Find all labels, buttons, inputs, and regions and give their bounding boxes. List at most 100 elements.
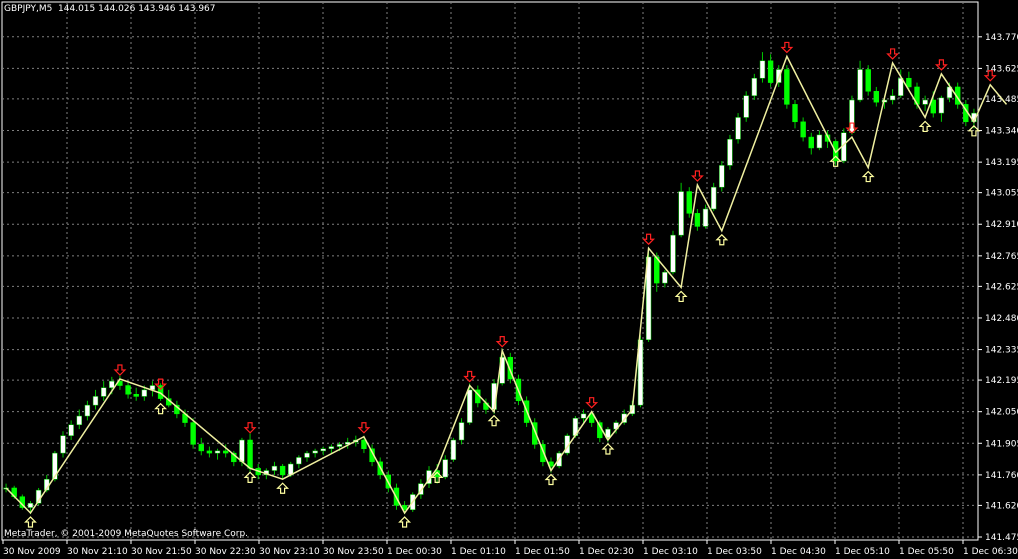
down-arrow-signal: [585, 397, 599, 409]
candle-body: [873, 91, 880, 103]
copyright-text: MetaTrader, © 2001-2009 MetaQuotes Softw…: [4, 529, 249, 539]
candle-body: [336, 444, 343, 447]
y-tick-label: 142.910: [985, 220, 1018, 230]
candle-body: [190, 422, 196, 445]
up-arrow-signal: [918, 120, 932, 133]
candle-body: [808, 136, 814, 149]
candle-body: [727, 138, 733, 166]
x-tick-label: 30 Nov 23:50: [323, 547, 384, 557]
candle-body: [100, 387, 107, 397]
candle-body: [776, 69, 782, 83]
candle-body: [206, 450, 213, 454]
x-tick-label: 1 Dec 05:50: [899, 547, 954, 557]
x-tick-label: 1 Dec 01:50: [515, 547, 570, 557]
candle-body: [767, 60, 774, 83]
candle-body: [68, 424, 74, 436]
zigzag-line: [5, 54, 1008, 515]
plot-frame: [1, 1, 979, 541]
y-tick-label: 141.475: [985, 533, 1018, 543]
candle-body: [92, 396, 99, 406]
x-tick-label: 1 Dec 05:10: [835, 547, 890, 557]
y-tick-label: 143.055: [985, 189, 1018, 199]
y-tick-label: 141.905: [985, 439, 1018, 449]
symbol-name: GBPJPY,M5: [4, 4, 53, 14]
x-tick-label: 1 Dec 02:30: [579, 547, 634, 557]
y-tick-label: 141.620: [985, 501, 1018, 511]
y-tick-label: 142.195: [985, 376, 1018, 386]
chart-window[interactable]: 143.770 143.625 143.485 143.340 143.195 143.0…: [0, 0, 1018, 559]
candle-body: [580, 413, 587, 419]
candle-body: [719, 165, 725, 188]
candle-body: [466, 389, 473, 423]
candle-body: [296, 457, 302, 465]
candle-body: [328, 446, 335, 449]
candle-body: [670, 234, 676, 273]
candle-body: [312, 450, 318, 454]
up-arrow-signal: [487, 414, 501, 427]
candle-body: [678, 191, 684, 236]
candle-body: [759, 60, 766, 79]
x-tick-label: 1 Dec 03:10: [643, 547, 698, 557]
x-tick-label: 30 Nov 21:10: [67, 547, 128, 557]
candle-body: [320, 448, 326, 452]
up-arrow-signal: [674, 290, 688, 303]
y-tick-label: 141.760: [985, 471, 1018, 481]
x-tick-label: 30 Nov 23:10: [259, 547, 320, 557]
candle-body: [125, 385, 131, 395]
candle-body: [133, 393, 139, 397]
candle-body: [109, 380, 115, 388]
candle-body: [442, 459, 448, 478]
candle-body: [938, 97, 945, 114]
x-tick-label: 1 Dec 00:30: [387, 547, 442, 557]
up-arrow-signal: [276, 482, 290, 494]
candle-body: [784, 69, 790, 105]
up-arrow-signal: [601, 443, 615, 455]
down-arrow-signal: [642, 233, 656, 246]
x-tick-label: 1 Dec 06:30: [963, 547, 1018, 557]
down-arrow-signal: [113, 364, 127, 376]
candle-body: [239, 439, 245, 463]
candle-body: [751, 77, 758, 96]
down-arrow-signal: [886, 48, 900, 60]
x-tick-label: 1 Dec 03:50: [707, 547, 762, 557]
candle-body: [450, 439, 457, 460]
y-tick-label: 142.050: [985, 408, 1018, 418]
x-tick-label: 30 Nov 21:50: [131, 547, 192, 557]
y-tick-label: 142.765: [985, 252, 1018, 262]
y-tick-label: 143.625: [985, 64, 1018, 74]
x-tick-label: 1 Dec 04:30: [771, 547, 826, 557]
x-tick-label: 1 Dec 01:10: [451, 547, 506, 557]
candle-body: [889, 95, 896, 101]
symbol-header: GBPJPY,M5 144.015 144.026 143.946 143.96…: [4, 4, 216, 14]
candle-body: [857, 69, 863, 101]
candle-body: [247, 439, 253, 469]
candle-body: [800, 121, 806, 138]
candle-body: [27, 502, 34, 508]
candle-body: [922, 99, 928, 105]
candle-body: [694, 213, 701, 227]
candle-body: [84, 404, 91, 417]
y-tick-label: 142.480: [985, 314, 1018, 324]
y-tick-label: 143.340: [985, 127, 1018, 137]
quote-values: 144.015 144.026 143.946 143.967: [58, 4, 216, 14]
y-tick-label: 143.770: [985, 33, 1018, 43]
candle-body: [710, 186, 717, 210]
down-arrow-signal: [243, 422, 257, 434]
candle-body: [198, 444, 204, 452]
candle-body: [304, 452, 310, 458]
candle-body: [743, 95, 749, 118]
candle-body: [792, 104, 798, 123]
candle-body: [271, 465, 278, 471]
up-arrow-signal: [544, 473, 558, 486]
up-arrow-signal: [861, 170, 875, 183]
down-arrow-signal: [780, 41, 794, 54]
up-arrow-signal: [398, 516, 412, 528]
down-arrow-signal: [357, 422, 371, 434]
candle-body: [662, 271, 668, 284]
candle-body: [702, 208, 709, 227]
candle-body: [735, 117, 741, 140]
price-chart[interactable]: 143.770 143.625 143.485 143.340 143.195 143.0…: [0, 0, 1018, 559]
y-tick-label: 142.335: [985, 346, 1018, 356]
up-arrow-signal: [154, 402, 168, 415]
candle-body: [906, 77, 912, 88]
